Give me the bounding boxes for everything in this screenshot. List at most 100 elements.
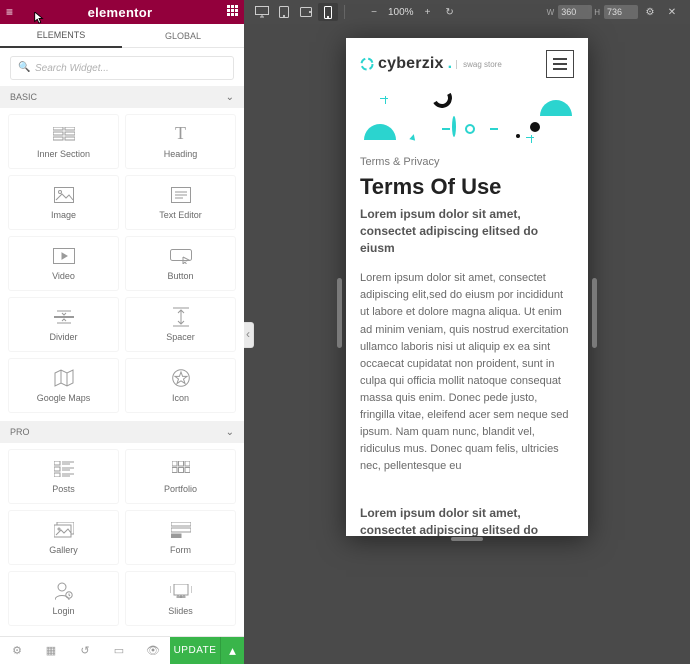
width-label: W (547, 8, 555, 17)
button-icon (170, 247, 192, 265)
history-icon[interactable]: ↺ (68, 637, 102, 664)
breadcrumb: Terms & Privacy (360, 156, 574, 168)
category-basic-header[interactable]: BASIC ⌄ (0, 86, 244, 108)
heading-icon: T (170, 125, 192, 143)
posts-icon (53, 460, 75, 478)
update-options-button[interactable]: ▴ (220, 637, 244, 664)
widget-label: Image (51, 210, 76, 220)
responsive-icon[interactable]: ▭ (102, 637, 136, 664)
star-icon (170, 369, 192, 387)
divider-icon (53, 308, 75, 326)
widget-google-maps[interactable]: Google Maps (8, 358, 119, 413)
toolbar-settings-icon[interactable]: ⚙ (640, 3, 660, 21)
mobile-viewport: cyberzix. swag store (346, 38, 588, 536)
brand-dot: . (448, 55, 452, 73)
gallery-icon (53, 521, 75, 539)
panel-title: elementor (88, 5, 153, 20)
device-tablet-landscape-icon[interactable] (296, 3, 316, 21)
category-basic-label: BASIC (10, 92, 37, 102)
widget-label: Login (52, 606, 74, 616)
page-scroll[interactable]: cyberzix. swag store (346, 38, 588, 536)
widgets-scroll[interactable]: Inner Section T Heading Image Text E (0, 108, 244, 636)
widget-label: Google Maps (37, 393, 91, 403)
slides-icon (170, 582, 192, 600)
form-icon (170, 521, 192, 539)
widget-label: Button (167, 271, 193, 281)
widget-slides[interactable]: Slides (125, 571, 236, 626)
map-icon (53, 369, 75, 387)
widget-button[interactable]: Button (125, 236, 236, 291)
widget-divider[interactable]: Divider (8, 297, 119, 352)
widget-text-editor[interactable]: Text Editor (125, 175, 236, 230)
widget-label: Divider (49, 332, 77, 342)
hero-decoration (360, 88, 574, 150)
preview-icon[interactable]: 👁 (136, 637, 170, 664)
page-lead-2: Lorem ipsum dolor sit amet, consectet ad… (360, 505, 574, 536)
panel-footer: ⚙ ▦ ↺ ▭ 👁 UPDATE ▴ (0, 636, 244, 664)
page-menu-button[interactable] (546, 50, 574, 78)
chevron-down-icon: ⌄ (226, 92, 234, 103)
spacer-icon (170, 308, 192, 326)
zoom-value[interactable]: 100% (386, 7, 416, 18)
viewport-width-input[interactable] (558, 5, 592, 19)
tab-global[interactable]: GLOBAL (122, 24, 244, 48)
settings-icon[interactable]: ⚙ (0, 637, 34, 664)
widget-spacer[interactable]: Spacer (125, 297, 236, 352)
brand: cyberzix. swag store (360, 55, 502, 73)
panel-tabs: ELEMENTS GLOBAL (0, 24, 244, 48)
panel-collapse-handle[interactable] (244, 322, 254, 348)
brand-tagline: swag store (456, 60, 502, 69)
device-edge-left[interactable] (337, 278, 342, 348)
search-wrap: 🔍 (0, 48, 244, 86)
device-desktop-icon[interactable] (252, 3, 272, 21)
widget-label: Icon (172, 393, 189, 403)
login-icon (53, 582, 75, 600)
widget-label: Form (170, 545, 191, 555)
page-title: Terms Of Use (360, 174, 574, 200)
zoom-out-icon[interactable]: − (364, 3, 384, 21)
widget-label: Text Editor (159, 210, 202, 220)
zoom-in-icon[interactable]: + (418, 3, 438, 21)
widget-gallery[interactable]: Gallery (8, 510, 119, 565)
device-mobile-icon[interactable] (318, 3, 338, 21)
navigator-icon[interactable]: ▦ (34, 637, 68, 664)
widget-posts[interactable]: Posts (8, 449, 119, 504)
category-pro-label: PRO (10, 427, 30, 437)
widget-label: Video (52, 271, 75, 281)
widget-portfolio[interactable]: Portfolio (125, 449, 236, 504)
widget-label: Heading (164, 149, 198, 159)
panel-menu-icon[interactable]: ≡ (6, 6, 13, 18)
widget-label: Slides (168, 606, 193, 616)
chevron-down-icon: ⌄ (226, 427, 234, 438)
widget-label: Inner Section (37, 149, 90, 159)
zoom-reset-icon[interactable]: ↻ (440, 3, 460, 21)
brand-logo-icon (360, 57, 374, 71)
page-body: Lorem ipsum dolor sit amet, consectet ad… (360, 270, 574, 475)
viewport-height-input[interactable] (604, 5, 638, 19)
device-edge-right[interactable] (592, 278, 597, 348)
widget-icon[interactable]: Icon (125, 358, 236, 413)
text-editor-icon (170, 186, 192, 204)
device-tablet-icon[interactable] (274, 3, 294, 21)
canvas-area: − 100% + ↻ W H ⚙ ✕ (244, 0, 690, 664)
portfolio-icon (170, 460, 192, 478)
toolbar-close-icon[interactable]: ✕ (662, 3, 682, 21)
image-icon (53, 186, 75, 204)
widget-form[interactable]: Form (125, 510, 236, 565)
video-icon (53, 247, 75, 265)
widget-heading[interactable]: T Heading (125, 114, 236, 169)
search-input[interactable] (10, 56, 234, 80)
panel-header: ≡ elementor (0, 0, 244, 24)
search-icon: 🔍 (18, 62, 30, 73)
device-edge-bottom[interactable] (451, 537, 483, 541)
update-button[interactable]: UPDATE (170, 637, 220, 664)
widget-video[interactable]: Video (8, 236, 119, 291)
widget-inner-section[interactable]: Inner Section (8, 114, 119, 169)
widget-label: Gallery (49, 545, 78, 555)
tab-elements[interactable]: ELEMENTS (0, 24, 122, 48)
widget-login[interactable]: Login (8, 571, 119, 626)
widget-image[interactable]: Image (8, 175, 119, 230)
panel-apps-icon[interactable] (227, 5, 238, 19)
widget-label: Posts (52, 484, 75, 494)
category-pro-header[interactable]: PRO ⌄ (0, 421, 244, 443)
